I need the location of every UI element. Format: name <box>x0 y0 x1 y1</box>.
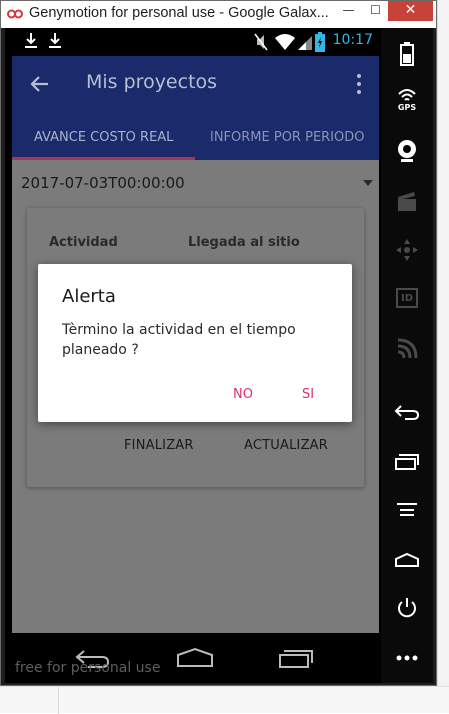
dropdown-arrow-icon <box>363 180 373 186</box>
mute-icon <box>254 33 268 51</box>
download-icon <box>49 33 61 48</box>
wifi-icon <box>275 34 295 50</box>
webcam-icon[interactable] <box>393 136 421 164</box>
actualizar-button[interactable]: ACTUALIZAR <box>244 438 328 453</box>
window-title: Genymotion for personal use - Google Gal… <box>29 5 329 21</box>
dialog-title: Alerta <box>62 286 116 307</box>
genymotion-logo-icon <box>7 9 23 19</box>
tab-avance-costo-real[interactable]: AVANCE COSTO REAL <box>34 130 173 145</box>
minimize-button[interactable]: — <box>335 1 362 21</box>
no-button[interactable]: NO <box>233 387 253 402</box>
download-icon <box>25 33 37 48</box>
gps-label: GPS <box>397 103 417 112</box>
cast-icon[interactable] <box>393 334 421 362</box>
dialog-message: Tèrmino la actividad en el tiempo planea… <box>62 322 296 358</box>
desktop-edge <box>437 0 449 713</box>
window-titlebar[interactable]: Genymotion for personal use - Google Gal… <box>1 1 436 28</box>
arrival-label: Llegada al sitio <box>188 235 300 250</box>
date-dropdown[interactable]: 2017-07-03T00:00:00 <box>12 160 379 204</box>
genymotion-sidebar: GPS ID <box>381 28 433 683</box>
activity-label: Actividad <box>49 235 118 250</box>
status-bar: 10:17 <box>12 28 379 56</box>
divider <box>58 687 59 714</box>
id-label: ID <box>400 293 414 304</box>
dpad-icon[interactable] <box>393 236 421 264</box>
genymotion-window: Genymotion for personal use - Google Gal… <box>0 0 437 686</box>
watermark: free for personal use <box>15 660 161 676</box>
battery-status-icon <box>315 32 325 52</box>
recent-apps-icon[interactable] <box>393 448 421 476</box>
page-title: Mis proyectos <box>86 71 218 93</box>
clapper-icon[interactable] <box>393 188 421 216</box>
back-arrow-icon[interactable] <box>30 74 50 94</box>
back-icon[interactable] <box>393 398 421 426</box>
battery-icon[interactable] <box>393 40 421 68</box>
date-value: 2017-07-03T00:00:00 <box>21 174 185 192</box>
finalizar-button[interactable]: FINALIZAR <box>124 438 194 453</box>
overflow-menu-icon[interactable] <box>357 74 361 94</box>
si-button[interactable]: SI <box>302 387 314 402</box>
maximize-button[interactable]: ☐ <box>362 1 389 21</box>
desktop-taskbar-edge <box>0 686 449 714</box>
tab-informe-por-periodo[interactable]: INFORME POR PERIODO <box>210 130 365 145</box>
app-bar: Mis proyectos <box>12 56 379 113</box>
more-icon[interactable] <box>393 644 421 672</box>
home-icon[interactable] <box>393 546 421 574</box>
nav-recent-icon[interactable] <box>278 645 314 669</box>
power-icon[interactable] <box>393 594 421 622</box>
device-frame: 10:17 Mis proyectos AVANCE COSTO REAL IN… <box>5 28 433 683</box>
menu-icon[interactable] <box>393 498 421 526</box>
alert-dialog: Alerta Tèrmino la actividad en el tiempo… <box>38 264 352 422</box>
status-time: 10:17 <box>332 32 373 48</box>
nav-home-icon[interactable] <box>176 647 214 667</box>
signal-icon <box>298 36 312 50</box>
android-screen: 10:17 Mis proyectos AVANCE COSTO REAL IN… <box>12 28 379 633</box>
tab-bar: AVANCE COSTO REAL INFORME POR PERIODO <box>12 113 379 160</box>
close-button[interactable]: ✕ <box>388 1 433 21</box>
